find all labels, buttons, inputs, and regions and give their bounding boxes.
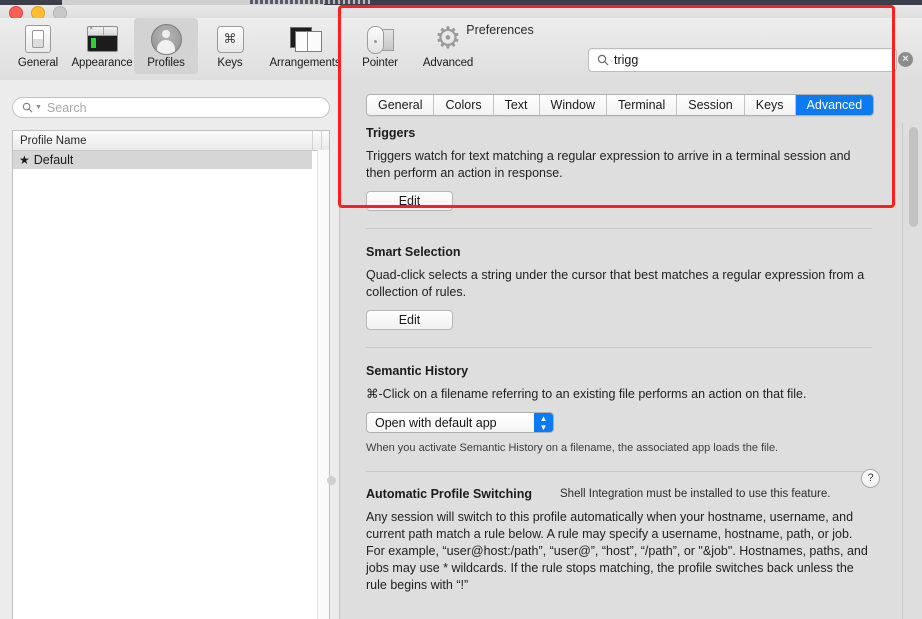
- aps-header-row: Automatic Profile Switching Shell Integr…: [366, 487, 872, 501]
- tab-session[interactable]: Session: [677, 95, 744, 115]
- column-divider: [312, 131, 313, 150]
- profile-table-header: Profile Name: [13, 131, 329, 151]
- section-semantic-history-title: Semantic History: [366, 364, 872, 378]
- section-semantic-history: Semantic History ⌘-Click on a filename r…: [340, 348, 898, 454]
- person-icon: [151, 24, 182, 54]
- tab-keys-label: Keys: [756, 98, 784, 112]
- section-aps-title: Automatic Profile Switching: [366, 487, 532, 501]
- tab-window-label: Window: [551, 98, 595, 112]
- preferences-window: Preferences General × Appearance Profile…: [0, 0, 922, 619]
- gear-icon: ⚙: [435, 24, 462, 54]
- profile-search-input[interactable]: ▼ Search: [12, 97, 330, 118]
- semantic-history-action-select[interactable]: Open with default app ▲▼: [366, 412, 554, 433]
- section-smart-selection-body: Quad-click selects a string under the cu…: [366, 267, 872, 301]
- search-input[interactable]: trigg: [588, 48, 897, 72]
- tab-text-label: Text: [505, 98, 528, 112]
- search-input-value: trigg: [614, 53, 638, 67]
- section-aps-hint: Shell Integration must be installed to u…: [560, 488, 830, 500]
- display-icon: [25, 24, 51, 54]
- help-icon-label: ?: [867, 472, 873, 484]
- profile-table-scroll-column: [317, 150, 329, 619]
- section-smart-selection-title: Smart Selection: [366, 245, 872, 259]
- clear-circle-icon[interactable]: ×: [898, 52, 913, 67]
- section-triggers: Triggers Triggers watch for text matchin…: [340, 123, 898, 211]
- profiles-sidebar: ▼ Search Profile Name ★ Default Tags > +…: [0, 80, 339, 619]
- toolbar-item-advanced[interactable]: ⚙ Advanced: [412, 18, 484, 74]
- tab-advanced-label: Advanced: [807, 98, 863, 112]
- toolbar-item-general-label: General: [18, 57, 58, 69]
- content-edge: [902, 123, 903, 619]
- tab-text[interactable]: Text: [494, 95, 540, 115]
- chevron-down-icon[interactable]: ▼: [35, 104, 42, 111]
- tab-session-label: Session: [688, 98, 732, 112]
- column-header-profile-name[interactable]: Profile Name: [13, 135, 86, 147]
- section-triggers-title: Triggers: [366, 126, 872, 140]
- terminal-icon: ×: [87, 24, 118, 54]
- main-scrollbar[interactable]: [909, 126, 918, 613]
- preferences-toolbar: Preferences General × Appearance Profile…: [0, 18, 922, 81]
- toolbar-items: General × Appearance Profiles ⌘ Keys: [6, 18, 484, 74]
- tab-advanced[interactable]: Advanced: [796, 95, 874, 115]
- search-icon: [22, 102, 33, 113]
- toolbar-item-arrangements[interactable]: Arrangements: [262, 18, 348, 74]
- tab-colors-label: Colors: [445, 98, 481, 112]
- toolbar-item-advanced-label: Advanced: [423, 57, 473, 69]
- mouse-icon: [367, 24, 393, 54]
- section-semantic-history-body: ⌘-Click on a filename referring to an ex…: [366, 386, 872, 403]
- advanced-settings-content: Triggers Triggers watch for text matchin…: [340, 123, 898, 619]
- tab-window[interactable]: Window: [540, 95, 607, 115]
- section-automatic-profile-switching: Automatic Profile Switching Shell Integr…: [340, 472, 898, 594]
- chevron-updown-icon: ▲▼: [534, 413, 553, 432]
- tab-colors[interactable]: Colors: [434, 95, 493, 115]
- command-key-icon: ⌘: [217, 24, 244, 54]
- profile-search-placeholder: Search: [47, 101, 87, 115]
- toolbar-item-appearance-label: Appearance: [71, 57, 132, 69]
- section-semantic-history-note: When you activate Semantic History on a …: [366, 442, 872, 454]
- main-scrollbar-thumb[interactable]: [909, 127, 918, 227]
- search-icon: [597, 54, 609, 66]
- tab-keys[interactable]: Keys: [745, 95, 796, 115]
- section-aps-body: Any session will switch to this profile …: [366, 509, 872, 594]
- toolbar-item-pointer-label: Pointer: [362, 57, 398, 69]
- toolbar-item-appearance[interactable]: × Appearance: [70, 18, 134, 74]
- column-divider: [321, 131, 322, 150]
- toolbar-item-profiles[interactable]: Profiles: [134, 18, 198, 74]
- smart-selection-edit-button[interactable]: Edit: [366, 310, 453, 330]
- tab-terminal-label: Terminal: [618, 98, 665, 112]
- windows-icon: [290, 24, 321, 54]
- toolbar-item-arrangements-label: Arrangements: [269, 57, 340, 69]
- profile-table: Profile Name ★ Default: [12, 130, 330, 619]
- toolbar-item-general[interactable]: General: [6, 18, 70, 74]
- profile-tabbar: General Colors Text Window Terminal Sess…: [366, 94, 874, 116]
- tab-terminal[interactable]: Terminal: [607, 95, 677, 115]
- semantic-history-action-value: Open with default app: [367, 416, 497, 430]
- toolbar-item-keys-label: Keys: [217, 57, 242, 69]
- smart-selection-edit-label: Edit: [399, 313, 421, 327]
- toolbar-item-pointer[interactable]: Pointer: [348, 18, 412, 74]
- toolbar-item-profiles-label: Profiles: [147, 57, 185, 69]
- profile-settings-panel: General Colors Text Window Terminal Sess…: [339, 80, 922, 619]
- triggers-edit-button[interactable]: Edit: [366, 191, 453, 211]
- table-row[interactable]: ★ Default: [13, 151, 312, 169]
- triggers-edit-label: Edit: [399, 194, 421, 208]
- tab-general-label: General: [378, 98, 422, 112]
- background-window-text: [250, 0, 370, 4]
- default-profile-star-icon: ★: [19, 153, 30, 167]
- sidebar-scroll-thumb[interactable]: [327, 476, 336, 485]
- section-smart-selection: Smart Selection Quad-click selects a str…: [340, 229, 898, 330]
- help-icon[interactable]: ?: [861, 469, 880, 488]
- tab-general[interactable]: General: [367, 95, 434, 115]
- toolbar-item-keys[interactable]: ⌘ Keys: [198, 18, 262, 74]
- section-triggers-body: Triggers watch for text matching a regul…: [366, 148, 872, 182]
- table-row-profile-name: Default: [34, 153, 74, 167]
